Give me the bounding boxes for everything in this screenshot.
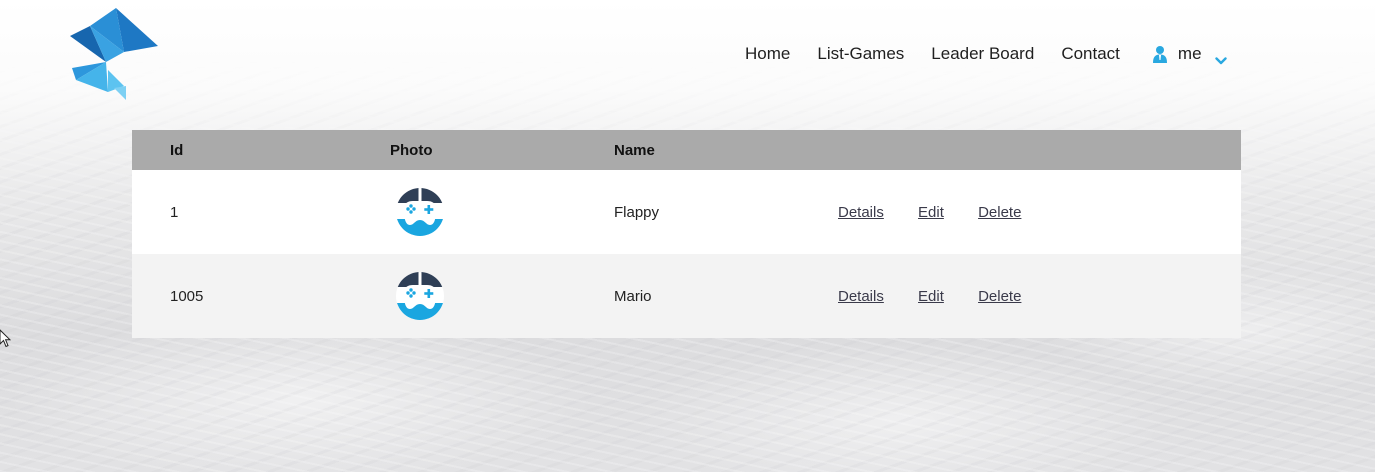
site-logo[interactable] [68,6,160,102]
games-table-container: Id Photo Name 1 Flappy Details Edit Dele… [132,130,1241,338]
column-header-id: Id [170,141,184,159]
column-header-name: Name [614,141,655,159]
gamepad-icon [395,271,445,321]
nav-link-contact[interactable]: Contact [1061,44,1120,64]
gamepad-icon [395,187,445,237]
cell-photo [390,254,614,338]
nav-link-leader-board[interactable]: Leader Board [931,44,1034,64]
column-header-photo: Photo [390,141,433,159]
games-table: Id Photo Name 1 Flappy Details Edit Dele… [132,130,1241,338]
cell-name: Flappy [614,203,660,221]
chevron-down-icon[interactable] [1214,50,1227,65]
user-icon [1152,45,1168,63]
edit-link[interactable]: Edit [918,204,944,221]
cell-actions: Details Edit Delete [838,254,1241,338]
table-row: 1005 Mario Details Edit Delete [132,254,1241,338]
delete-link[interactable]: Delete [978,288,1021,305]
cell-id: 1 [170,203,179,221]
column-header-actions [838,130,1241,170]
user-name: me [1177,44,1202,63]
details-link[interactable]: Details [838,204,884,221]
edit-link[interactable]: Edit [918,288,944,305]
mouse-cursor-icon [0,329,12,348]
main-nav: Home List-Games Leader Board Contact me [745,44,1227,65]
details-link[interactable]: Details [838,288,884,305]
delete-link[interactable]: Delete [978,204,1021,221]
cell-name: Mario [614,287,652,305]
cell-actions: Details Edit Delete [838,170,1241,254]
user-menu[interactable]: me [1152,44,1227,65]
cell-id: 1005 [170,287,204,305]
geometric-triangles-logo-icon [70,8,158,100]
cell-photo [390,170,614,254]
nav-link-list-games[interactable]: List-Games [817,44,904,64]
nav-link-home[interactable]: Home [745,44,790,64]
table-row: 1 Flappy Details Edit Delete [132,170,1241,254]
table-header-row: Id Photo Name [132,130,1241,170]
